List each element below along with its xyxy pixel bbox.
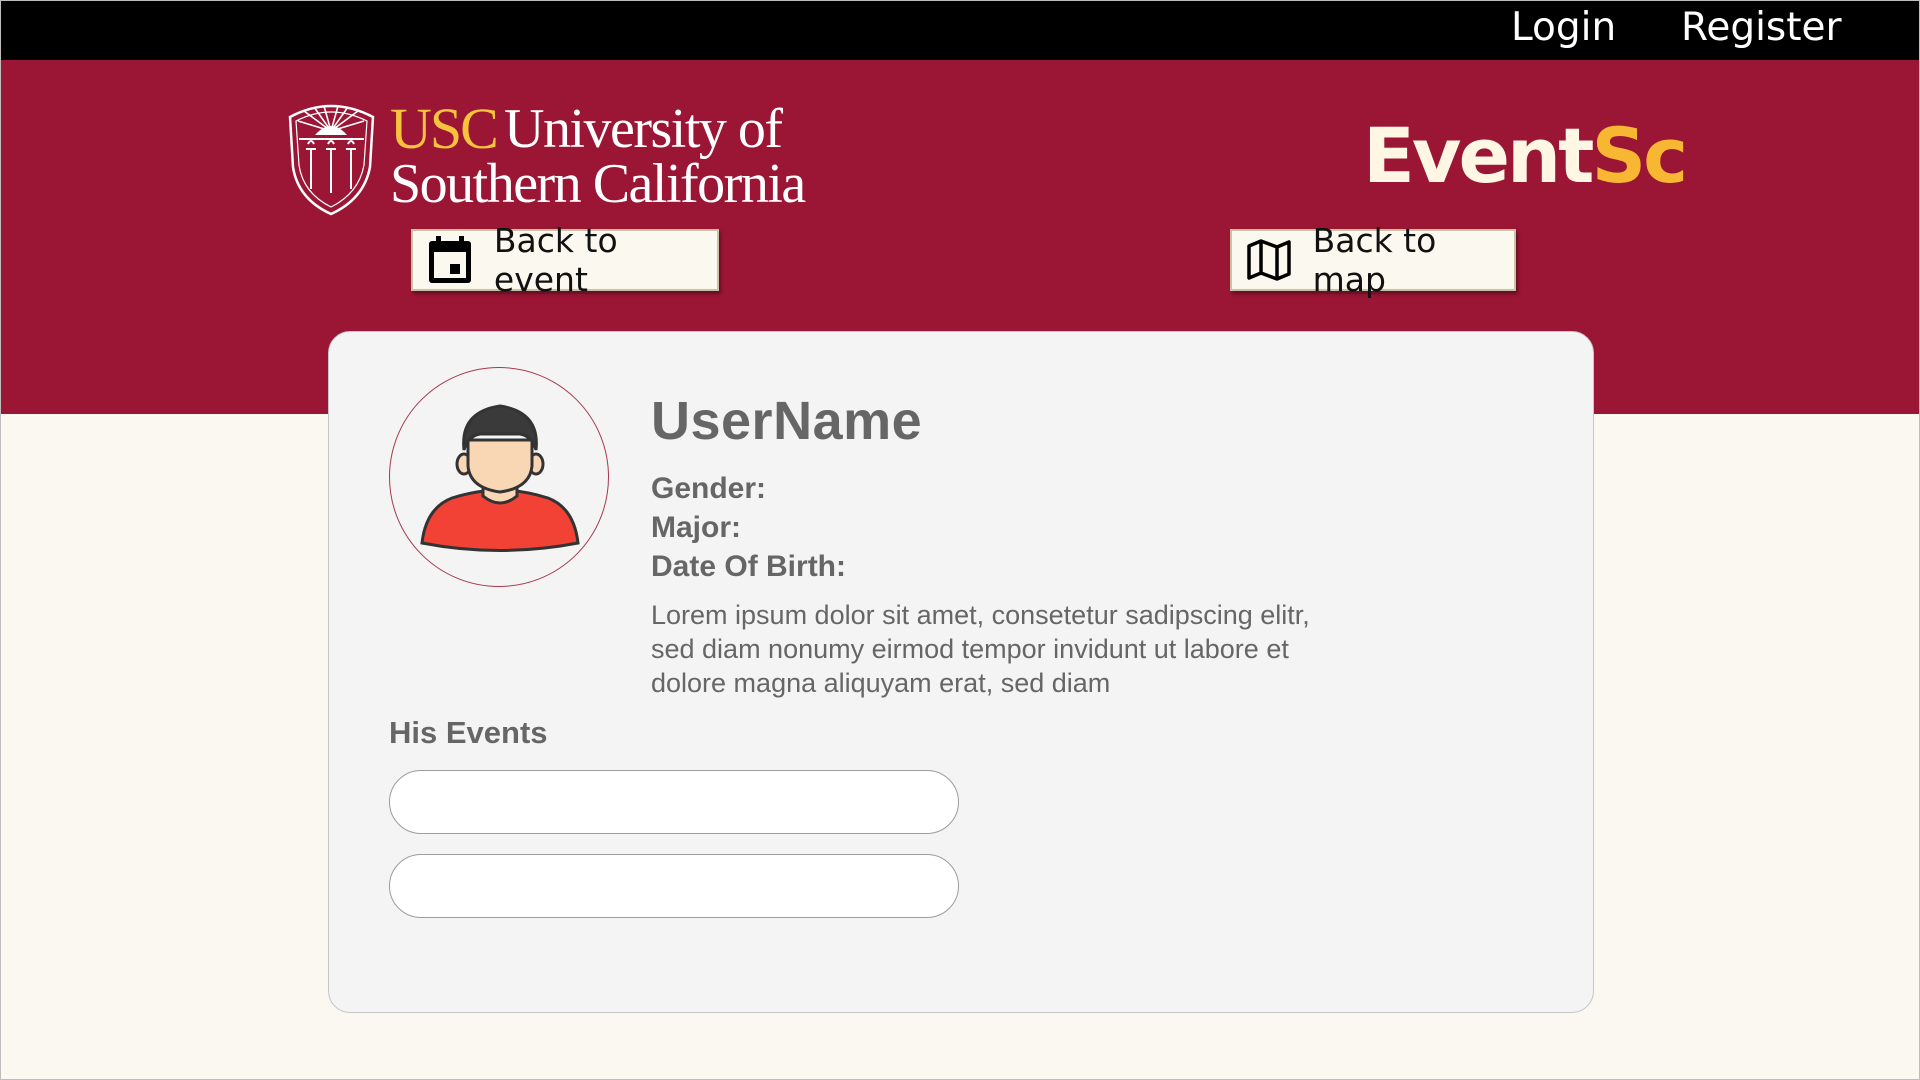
brand-part2: Sc bbox=[1591, 111, 1688, 200]
logo-line1: University of bbox=[504, 98, 783, 160]
back-to-event-button[interactable]: Back to event bbox=[411, 221, 719, 299]
event-list-item[interactable] bbox=[389, 770, 959, 834]
avatar bbox=[389, 367, 609, 587]
register-link[interactable]: Register bbox=[1681, 5, 1842, 50]
profile-username: UserName bbox=[651, 391, 923, 451]
top-nav-bar: Login Register bbox=[1, 1, 1919, 60]
profile-bio: Lorem ipsum dolor sit amet, consetetur s… bbox=[651, 600, 1310, 698]
brand-part1: Event bbox=[1363, 111, 1594, 200]
date-of-birth-label: Date Of Birth: bbox=[651, 550, 846, 583]
usc-logo: USC University of Southern California bbox=[284, 97, 844, 217]
app-frame: Login Register USC University of Souther… bbox=[0, 0, 1920, 1080]
profile-card: UserName Gender: Major: Date Of Birth: L… bbox=[328, 331, 1594, 1013]
logo-line2: Southern California bbox=[390, 153, 806, 215]
usc-wordmark: USC bbox=[390, 96, 499, 161]
event-list-item[interactable] bbox=[389, 854, 959, 918]
eventsc-brand: EventSc bbox=[1363, 111, 1688, 200]
map-icon bbox=[1246, 236, 1293, 284]
back-to-event-label: Back to event bbox=[493, 221, 618, 299]
gender-label: Gender: bbox=[651, 472, 767, 505]
usc-seal-icon bbox=[288, 104, 375, 216]
major-label: Major: bbox=[651, 511, 741, 544]
back-to-map-button[interactable]: Back to map bbox=[1230, 221, 1516, 299]
calendar-icon bbox=[427, 236, 474, 284]
user-avatar-icon bbox=[420, 404, 580, 552]
back-to-map-label: Back to map bbox=[1312, 221, 1437, 299]
login-link[interactable]: Login bbox=[1511, 5, 1616, 50]
his-events-heading: His Events bbox=[389, 715, 548, 750]
